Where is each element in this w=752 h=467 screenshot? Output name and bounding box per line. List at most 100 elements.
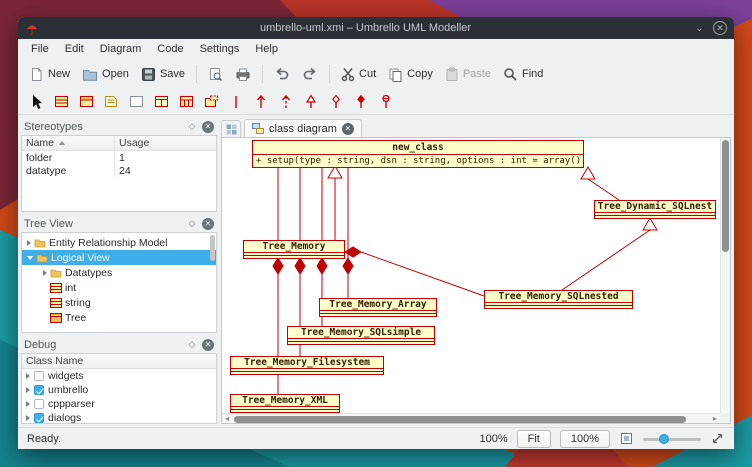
uml-class-tree-memory-sqlnested[interactable]: Tree_Memory_SQLnested xyxy=(484,290,633,309)
debug-column-header[interactable]: Class Name xyxy=(22,354,216,369)
box-tool-icon[interactable] xyxy=(127,92,145,112)
tree-scrollbar-thumb[interactable] xyxy=(210,235,215,261)
menu-file[interactable]: File xyxy=(23,40,57,58)
debug-item-umbrello[interactable]: umbrello xyxy=(22,383,216,397)
zoom-select-button[interactable]: 100% xyxy=(560,430,610,448)
float-panel-icon[interactable]: ◇ xyxy=(186,339,198,351)
table-row[interactable]: folder 1 xyxy=(22,151,216,164)
tree-item-datatypes[interactable]: Datatypes xyxy=(22,265,216,280)
vertical-scrollbar-thumb[interactable] xyxy=(722,140,729,252)
tab-class-diagram[interactable]: class diagram ✕ xyxy=(244,119,362,137)
tree-item-entity-relationship-model[interactable]: Entity Relationship Model xyxy=(22,235,216,250)
containment-tool-icon[interactable] xyxy=(377,92,395,112)
find-button[interactable]: Find xyxy=(498,64,548,85)
save-button[interactable]: Save xyxy=(136,64,190,85)
expander-icon[interactable] xyxy=(26,373,30,379)
close-panel-icon[interactable]: ✕ xyxy=(202,339,214,351)
redo-button[interactable] xyxy=(297,64,323,84)
object-tool-icon[interactable] xyxy=(77,92,95,112)
shade-window-icon[interactable]: ⌄ xyxy=(692,21,707,36)
tree-item-logical-view[interactable]: Logical View xyxy=(22,250,216,265)
print-preview-button[interactable] xyxy=(203,64,228,85)
table-row[interactable]: datatype 24 xyxy=(22,164,216,177)
tree-item-tree[interactable]: Tree xyxy=(22,310,216,325)
fit-button[interactable]: Fit xyxy=(517,430,551,448)
template-tool-icon[interactable] xyxy=(202,92,220,112)
expander-icon[interactable] xyxy=(27,240,31,246)
expand-view-icon[interactable] xyxy=(710,431,725,446)
generalization-tool-icon[interactable] xyxy=(302,92,320,112)
association-tool-icon[interactable] xyxy=(227,92,245,112)
print-button[interactable] xyxy=(230,64,256,85)
expander-icon[interactable] xyxy=(26,401,30,407)
uml-class-tree-memory[interactable]: Tree_Memory xyxy=(243,240,345,259)
expander-icon[interactable] xyxy=(27,256,33,260)
scroll-right-icon[interactable]: ▸ xyxy=(710,414,720,423)
print-preview-icon xyxy=(208,67,223,82)
uml-class-tree-memory-sqlsimple[interactable]: Tree_Memory_SQLsimple xyxy=(287,326,435,345)
debug-item-cppparser[interactable]: cppparser xyxy=(22,397,216,411)
checkbox[interactable] xyxy=(34,371,44,381)
uml-class-tree-memory-xml[interactable]: Tree_Memory_XML xyxy=(230,394,340,413)
scroll-left-icon[interactable]: ◂ xyxy=(222,414,232,423)
dependency-tool-icon[interactable] xyxy=(277,92,295,112)
stereotypes-table-header[interactable]: Name Usage xyxy=(22,136,216,151)
titlebar[interactable]: umbrello-uml.xmi – Umbrello UML Modeller… xyxy=(18,17,734,39)
redo-icon xyxy=(302,67,318,81)
new-button[interactable]: New xyxy=(24,64,75,85)
composition-tool-icon[interactable] xyxy=(352,92,370,112)
menu-edit[interactable]: Edit xyxy=(57,40,92,58)
menu-code[interactable]: Code xyxy=(149,40,191,58)
tree-item-string[interactable]: string xyxy=(22,295,216,310)
menu-diagram[interactable]: Diagram xyxy=(92,40,150,58)
expander-icon[interactable] xyxy=(26,415,30,421)
menu-help[interactable]: Help xyxy=(247,40,286,58)
class-tool-icon[interactable] xyxy=(52,92,70,112)
expander-icon[interactable] xyxy=(26,387,30,393)
uml-class-tree-dynamic-sqlnest[interactable]: Tree_Dynamic_SQLnest xyxy=(594,200,716,219)
vertical-scrollbar[interactable] xyxy=(720,138,730,413)
copy-button[interactable]: Copy xyxy=(383,64,438,85)
float-panel-icon[interactable]: ◇ xyxy=(186,218,198,230)
zoom-page-icon[interactable] xyxy=(619,431,634,446)
close-panel-icon[interactable]: ✕ xyxy=(202,218,214,230)
diagram-canvas[interactable]: new_class + setup(type : string, dsn : s… xyxy=(221,137,731,424)
debug-item-widgets[interactable]: widgets xyxy=(22,369,216,383)
expander-icon[interactable] xyxy=(43,270,47,276)
uml-class-tree-memory-array[interactable]: Tree_Memory_Array xyxy=(319,298,437,317)
paste-button[interactable]: Paste xyxy=(440,64,496,85)
checkbox-checked[interactable] xyxy=(34,385,44,395)
sort-ascending-icon xyxy=(59,141,65,145)
diagram-list-icon[interactable] xyxy=(221,120,241,137)
horizontal-scrollbar[interactable]: ◂ ▸ xyxy=(222,413,720,423)
menu-settings[interactable]: Settings xyxy=(192,40,248,58)
note-tool-icon[interactable] xyxy=(102,92,120,112)
open-folder-icon xyxy=(82,67,98,82)
undo-button[interactable] xyxy=(269,64,295,84)
pointer-tool-icon[interactable] xyxy=(27,92,45,112)
uml-class-tree-memory-filesystem[interactable]: Tree_Memory_Filesystem xyxy=(230,356,384,375)
main-toolbar: New Open Save Cut Copy xyxy=(18,59,734,89)
checkbox-checked[interactable] xyxy=(34,413,44,423)
debug-panel: Debug ◇ ✕ Class Name widgets umbrello xyxy=(21,336,217,424)
close-panel-icon[interactable]: ✕ xyxy=(202,121,214,133)
uml-class-new-class[interactable]: new_class + setup(type : string, dsn : s… xyxy=(252,140,584,168)
zoom-slider-handle[interactable] xyxy=(659,434,669,444)
zoom-slider-track[interactable] xyxy=(643,438,701,441)
datatype-tool-icon[interactable] xyxy=(177,92,195,112)
zoom-slider[interactable] xyxy=(643,432,701,446)
float-panel-icon[interactable]: ◇ xyxy=(186,121,198,133)
directed-association-tool-icon[interactable] xyxy=(252,92,270,112)
horizontal-scrollbar-thumb[interactable] xyxy=(234,416,686,423)
close-window-icon[interactable]: ✕ xyxy=(713,21,727,35)
debug-item-dialogs[interactable]: dialogs xyxy=(22,411,216,424)
checkbox[interactable] xyxy=(34,399,44,409)
toolbar-separator xyxy=(196,65,197,83)
cut-button[interactable]: Cut xyxy=(336,64,381,85)
close-tab-icon[interactable]: ✕ xyxy=(342,123,354,135)
aggregation-tool-icon[interactable] xyxy=(327,92,345,112)
open-button[interactable]: Open xyxy=(77,64,134,85)
tree-item-int[interactable]: int xyxy=(22,280,216,295)
entity-tool-icon[interactable] xyxy=(152,92,170,112)
menubar: File Edit Diagram Code Settings Help xyxy=(18,39,734,59)
